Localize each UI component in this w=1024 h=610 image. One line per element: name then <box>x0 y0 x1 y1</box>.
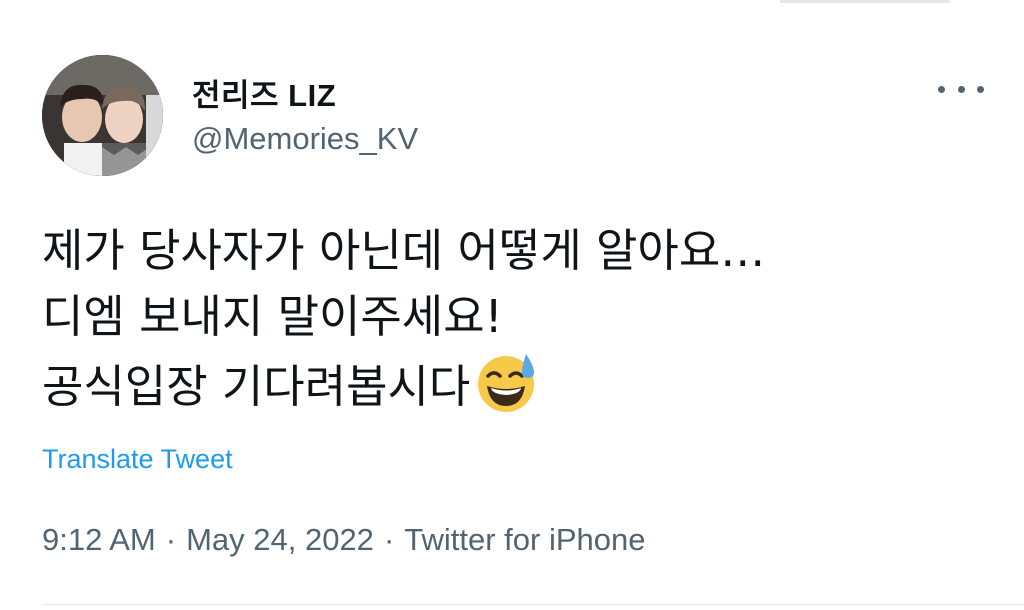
more-dot-icon <box>977 85 984 93</box>
avatar[interactable] <box>42 55 163 176</box>
meta-separator: · <box>165 522 177 557</box>
tweet-line: 공식입장 기다려봅시다 <box>42 360 471 413</box>
tweet-line: 디엠 보내지 말이주세요! <box>42 290 503 343</box>
avatar-photo <box>42 55 163 176</box>
tweet-detail: 전리즈 LIZ @Memories_KV 제가 당사자가 아닌데 어떻게 알아요… <box>0 0 1024 610</box>
grinning-face-with-sweat-icon <box>474 350 538 432</box>
translate-tweet-link[interactable]: Translate Tweet <box>42 444 233 475</box>
tweet-time[interactable]: 9:12 AM <box>42 522 156 557</box>
more-dot-icon <box>957 85 965 93</box>
tweet-line: 제가 당사자가 아닌데 어떻게 알아요… <box>42 224 766 277</box>
tweet-source[interactable]: Twitter for iPhone <box>404 522 645 557</box>
tweet-text: 제가 당사자가 아닌데 어떻게 알아요… 디엠 보내지 말이주세요! 공식입장 … <box>42 218 962 432</box>
bottom-divider <box>42 604 1024 605</box>
tweet-line-with-emoji: 공식입장 기다려봅시다 <box>42 350 962 432</box>
display-name[interactable]: 전리즈 LIZ <box>192 70 336 115</box>
more-dot-icon <box>938 85 945 93</box>
top-divider <box>780 0 950 3</box>
meta-separator: · <box>383 522 395 557</box>
tweet-meta: 9:12 AM · May 24, 2022 · Twitter for iPhone <box>42 522 645 558</box>
tweet-date[interactable]: May 24, 2022 <box>186 522 374 557</box>
user-handle[interactable]: @Memories_KV <box>192 121 418 157</box>
more-options-button[interactable] <box>938 76 984 102</box>
